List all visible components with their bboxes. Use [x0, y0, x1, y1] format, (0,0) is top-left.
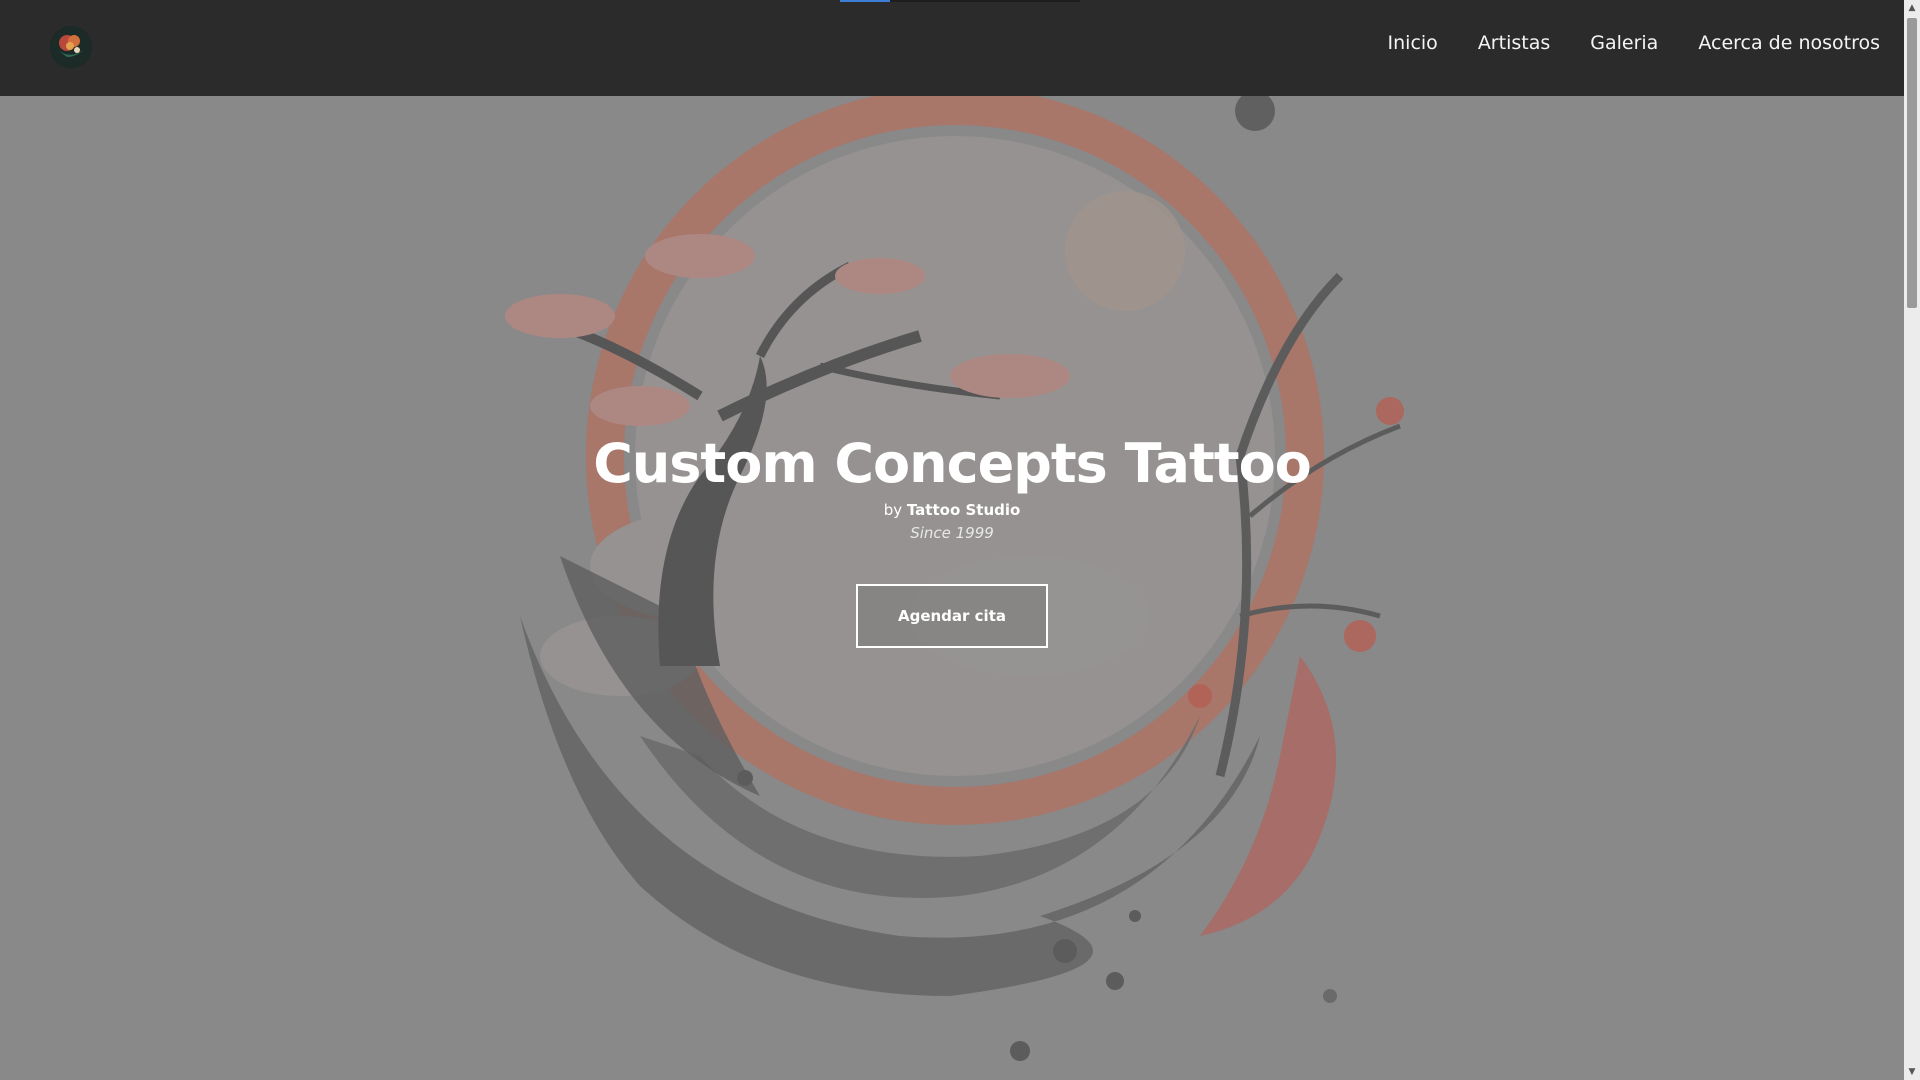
page-progress-indicator [840, 0, 1080, 2]
top-navbar: Inicio Artistas Galeria Acerca de nosotr… [0, 0, 1904, 96]
hero-section: Custom Concepts Tattoo by Tattoo Studio … [0, 96, 1904, 1080]
hero-since: Since 1999 [910, 524, 994, 542]
scroll-down-arrow-icon[interactable]: ▼ [1904, 1064, 1920, 1080]
scrollbar-thumb[interactable] [1907, 18, 1917, 308]
page: Inicio Artistas Galeria Acerca de nosotr… [0, 0, 1920, 1080]
rose-skull-logo-icon[interactable] [50, 26, 92, 68]
hero-byline: by Tattoo Studio [0, 500, 1904, 520]
hero-content: Custom Concepts Tattoo by Tattoo Studio … [0, 432, 1904, 648]
hero-title: Custom Concepts Tattoo [593, 432, 1312, 495]
agendar-cita-button[interactable]: Agendar cita [856, 584, 1048, 648]
byline-studio-name: Tattoo Studio [906, 501, 1021, 519]
nav-link-inicio[interactable]: Inicio [1388, 32, 1438, 54]
main-navigation: Inicio Artistas Galeria Acerca de nosotr… [1388, 0, 1880, 86]
nav-link-galeria[interactable]: Galeria [1590, 32, 1658, 54]
vertical-scrollbar[interactable]: ▲ ▼ [1904, 0, 1920, 1080]
nav-link-artistas[interactable]: Artistas [1478, 32, 1550, 54]
page-progress-active [840, 0, 890, 2]
scroll-up-arrow-icon[interactable]: ▲ [1904, 0, 1920, 16]
nav-link-acerca-de-nosotros[interactable]: Acerca de nosotros [1698, 32, 1880, 54]
byline-prefix: by [883, 501, 903, 519]
